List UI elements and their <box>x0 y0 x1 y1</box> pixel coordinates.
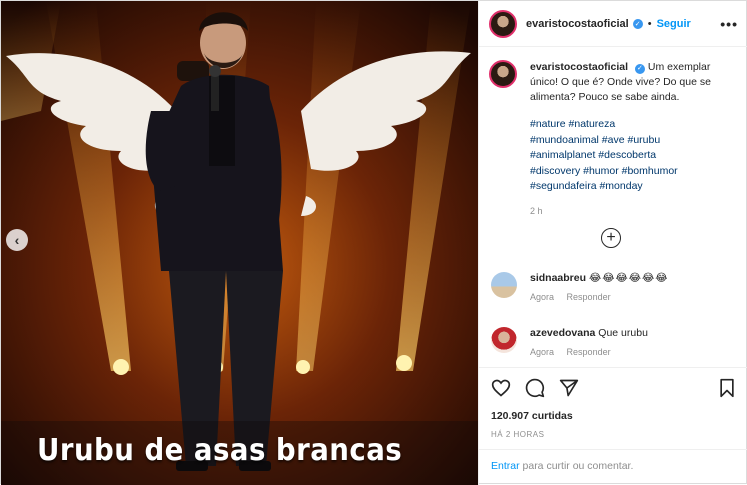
comment-text: 😂😂😂😂😂😂 <box>588 272 669 284</box>
share-icon[interactable] <box>559 378 579 398</box>
author-avatar[interactable] <box>489 9 517 38</box>
hashtag-line[interactable]: #segundafeira #monday <box>530 179 739 195</box>
hashtags: #nature #natureza #mundoanimal #ave #uru… <box>530 117 739 195</box>
commenter-avatar[interactable] <box>491 272 517 298</box>
verified-icon: ✓ <box>634 63 645 74</box>
comment-icon[interactable] <box>525 378 545 398</box>
previous-image-button[interactable]: ‹ <box>6 229 28 251</box>
comments-area: evaristocostaoficial ✓ Um exemplar único… <box>479 48 747 366</box>
post-timestamp: HÁ 2 HORAS <box>491 430 545 439</box>
caption-time: 2 h <box>530 205 543 216</box>
login-link[interactable]: Entrar <box>491 460 520 472</box>
caption-username[interactable]: evaristocostaoficial <box>530 61 628 73</box>
comment-time: Agora <box>530 347 555 357</box>
follow-button[interactable]: Seguir <box>657 18 691 30</box>
reply-button[interactable]: Responder <box>567 347 611 357</box>
hashtag-line[interactable]: #animalplanet #descoberta <box>530 148 739 164</box>
comment-username[interactable]: sidnaabreu <box>530 272 586 284</box>
chevron-left-icon: ‹ <box>14 232 20 248</box>
post-image: Urubu de asas brancas ‹ <box>1 1 478 485</box>
post-sidebar: evaristocostaoficial ✓ • Seguir ••• evar… <box>478 1 747 485</box>
commenter-avatar[interactable] <box>491 327 517 353</box>
reply-button[interactable]: Responder <box>567 292 611 302</box>
comment-item: azevedovana Que urubu Agora Responder <box>491 327 648 357</box>
more-icon[interactable]: ••• <box>720 16 738 32</box>
comment-username[interactable]: azevedovana <box>530 327 595 339</box>
comment-item: sidnaabreu 😂😂😂😂😂😂 Agora Responder <box>491 272 669 302</box>
hashtag-line[interactable]: #mundoanimal #ave #urubu <box>530 133 739 149</box>
heart-icon[interactable] <box>491 378 511 398</box>
comment-time: Agora <box>530 292 555 302</box>
image-caption-overlay: Urubu de asas brancas <box>37 433 403 468</box>
separator-dot: • <box>647 17 652 30</box>
add-comments-icon[interactable]: + <box>601 228 621 248</box>
bookmark-icon[interactable] <box>717 378 737 398</box>
comment-text: Que urubu <box>598 327 648 339</box>
verified-icon: ✓ <box>632 18 643 29</box>
hashtag-line[interactable]: #nature #natureza <box>530 117 739 133</box>
stage-photo <box>1 1 478 485</box>
author-username[interactable]: evaristocostaoficial <box>526 18 629 30</box>
action-bar <box>479 367 747 407</box>
caption-avatar[interactable] <box>489 60 517 88</box>
instagram-post: Urubu de asas brancas ‹ evaristocostaofi… <box>0 0 747 485</box>
post-caption: evaristocostaoficial ✓ Um exemplar único… <box>489 60 739 219</box>
hashtag-line[interactable]: #discovery #humor #bomhumor <box>530 164 739 180</box>
login-prompt: Entrar para curtir ou comentar. <box>479 449 747 485</box>
login-prompt-text: para curtir ou comentar. <box>519 460 634 472</box>
post-header: evaristocostaoficial ✓ • Seguir ••• <box>479 1 747 47</box>
likes-count[interactable]: 120.907 curtidas <box>491 410 573 422</box>
